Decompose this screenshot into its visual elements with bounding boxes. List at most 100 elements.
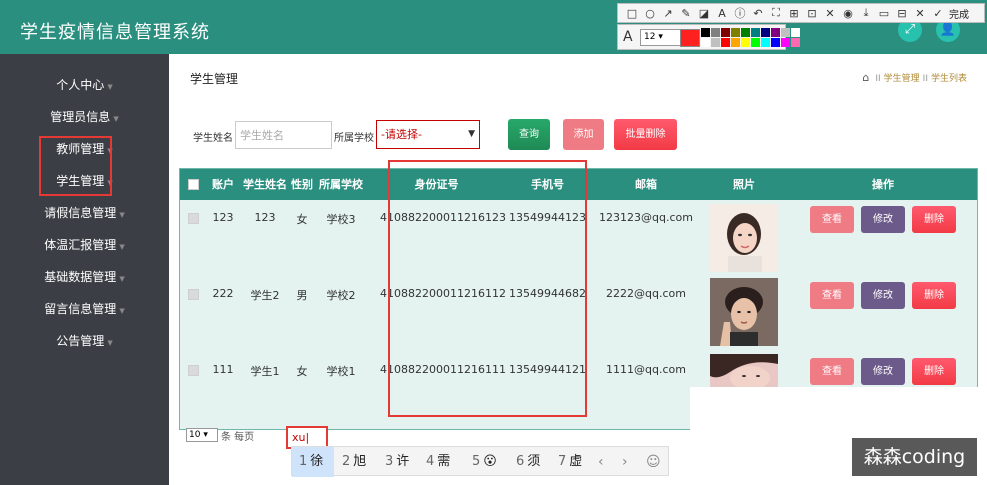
student-name-input[interactable] — [235, 121, 332, 149]
delete-button[interactable]: 删除 — [912, 282, 956, 309]
school-label: 所属学校 — [334, 133, 374, 144]
ime-emoji-icon[interactable]: ☺ — [646, 447, 661, 477]
school-cell: 学校1 — [326, 365, 356, 378]
account-cell: 111 — [212, 363, 234, 376]
sidebar-item-label: 管理员信息 — [50, 110, 111, 124]
add-button[interactable]: 添加 — [563, 119, 604, 150]
edit-button[interactable]: 修改 — [861, 358, 905, 385]
color-swatch[interactable] — [731, 38, 740, 47]
school-cell: 学校3 — [326, 213, 356, 226]
color-swatch[interactable] — [741, 38, 750, 47]
ime-next-icon[interactable]: › — [622, 447, 628, 477]
color-swatch[interactable] — [711, 38, 720, 47]
color-swatch[interactable] — [701, 28, 710, 37]
font-size-value: 12 — [644, 32, 656, 42]
color-swatch[interactable] — [751, 38, 760, 47]
account-cell: 123 — [212, 211, 234, 224]
color-swatch[interactable] — [731, 28, 740, 37]
screenshot-tool-icon[interactable]: ◉ — [839, 7, 857, 20]
page-size-label: 条 每页 — [221, 432, 255, 443]
ime-candidate[interactable]: 5 😮 — [472, 447, 497, 477]
screenshot-tool-icon[interactable]: A — [713, 7, 731, 20]
edit-button[interactable]: 修改 — [861, 282, 905, 309]
color-swatch[interactable] — [741, 28, 750, 37]
ime-candidate[interactable]: 6须 — [516, 447, 540, 477]
color-swatch[interactable] — [781, 28, 790, 37]
select-all-checkbox[interactable] — [188, 179, 199, 190]
screenshot-tool-icon[interactable]: ✓ — [929, 7, 947, 20]
screenshot-tool-icon[interactable]: ↗ — [659, 7, 677, 20]
screenshot-tool-icon[interactable]: ✕ — [821, 7, 839, 20]
ime-candidate[interactable]: 1徐 — [292, 447, 334, 477]
sidebar-item-announcement[interactable]: 公告管理 ▼ — [0, 326, 169, 356]
sidebar-item-leave-management[interactable]: 请假信息管理 ▼ — [0, 198, 169, 228]
breadcrumb-item[interactable]: 学生列表 — [931, 74, 967, 84]
sidebar-item-label: 个人中心 — [56, 78, 105, 92]
color-swatch[interactable] — [771, 38, 780, 47]
screenshot-tool-icon[interactable]: ✎ — [677, 7, 695, 20]
color-swatch[interactable] — [721, 38, 730, 47]
current-color-swatch[interactable] — [680, 29, 700, 47]
screenshot-done-button[interactable]: 完成 — [949, 6, 969, 21]
candidate-number: 4 — [426, 454, 435, 469]
color-swatch[interactable] — [771, 28, 780, 37]
delete-button[interactable]: 删除 — [912, 206, 956, 233]
screenshot-tool-icon[interactable]: ◪ — [695, 7, 713, 20]
row-checkbox[interactable] — [188, 213, 199, 224]
view-button[interactable]: 查看 — [810, 282, 854, 309]
sidebar-item-temperature-report[interactable]: 体温汇报管理 ▼ — [0, 230, 169, 260]
screenshot-tool-icon[interactable]: ▭ — [875, 7, 893, 20]
view-button[interactable]: 查看 — [810, 206, 854, 233]
student-name-label: 学生姓名 — [193, 133, 233, 144]
screenshot-style-panel: A 12 ▾ — [617, 24, 800, 50]
color-swatch[interactable] — [791, 38, 800, 47]
sidebar-item-basic-data[interactable]: 基础数据管理 ▼ — [0, 262, 169, 292]
student-photo — [710, 354, 778, 388]
ime-candidate[interactable]: 7虚 — [558, 447, 582, 477]
ime-prev-icon[interactable]: ‹ — [598, 447, 604, 477]
page-size-select[interactable]: 10 ▾ — [186, 428, 218, 442]
color-swatch[interactable] — [791, 28, 800, 37]
sidebar-item-personal-center[interactable]: 个人中心 ▼ — [0, 70, 169, 100]
color-swatch[interactable] — [751, 28, 760, 37]
screenshot-tool-icon[interactable]: ⓘ — [731, 5, 749, 21]
batch-delete-button[interactable]: 批量删除 — [614, 119, 677, 150]
color-swatch[interactable] — [711, 28, 720, 37]
screenshot-tool-icon[interactable]: ↶ — [749, 7, 767, 20]
screenshot-tool-icon[interactable]: ⤓ — [857, 6, 875, 20]
ime-candidate[interactable]: 4需 — [426, 447, 450, 477]
query-button[interactable]: 查询 — [508, 119, 550, 150]
column-header: 所属学校 — [319, 178, 363, 191]
delete-button[interactable]: 删除 — [912, 358, 956, 385]
edit-button[interactable]: 修改 — [861, 206, 905, 233]
row-checkbox[interactable] — [188, 365, 199, 376]
color-swatch[interactable] — [721, 28, 730, 37]
caret-down-icon: ▼ — [107, 339, 113, 347]
candidate-text: 😮 — [483, 454, 497, 469]
ime-composition-text: xu — [292, 431, 306, 444]
screenshot-tool-icon[interactable]: ⊞ — [785, 7, 803, 20]
color-swatch[interactable] — [781, 38, 790, 47]
color-swatch[interactable] — [761, 28, 770, 37]
ime-candidate[interactable]: 2旭 — [342, 447, 366, 477]
gender-cell: 女 — [296, 213, 308, 226]
view-button[interactable]: 查看 — [810, 358, 854, 385]
screenshot-tool-icon[interactable]: ✕ — [911, 7, 929, 20]
caret-down-icon: ▼ — [107, 83, 113, 91]
name-cell: 学生1 — [250, 365, 280, 378]
ime-candidate[interactable]: 3许 — [385, 447, 409, 477]
screenshot-tool-icon[interactable]: ⛶ — [767, 6, 785, 20]
home-icon[interactable]: ⌂ — [862, 71, 869, 84]
screenshot-tool-icon[interactable]: ⊟ — [893, 7, 911, 20]
sidebar-item-message-management[interactable]: 留言信息管理 ▼ — [0, 294, 169, 324]
sidebar-item-admin-info[interactable]: 管理员信息 ▼ — [0, 102, 169, 132]
breadcrumb-item[interactable]: 学生管理 — [884, 74, 920, 84]
screenshot-tool-icon[interactable]: □ — [623, 7, 641, 20]
screenshot-tool-icon[interactable]: ⊡ — [803, 7, 821, 20]
color-swatch[interactable] — [761, 38, 770, 47]
color-swatch[interactable] — [701, 38, 710, 47]
name-cell: 学生2 — [250, 289, 280, 302]
screenshot-tool-icon[interactable]: ○ — [641, 7, 659, 20]
school-select[interactable]: -请选择- ▼ — [376, 120, 480, 149]
row-checkbox[interactable] — [188, 289, 199, 300]
